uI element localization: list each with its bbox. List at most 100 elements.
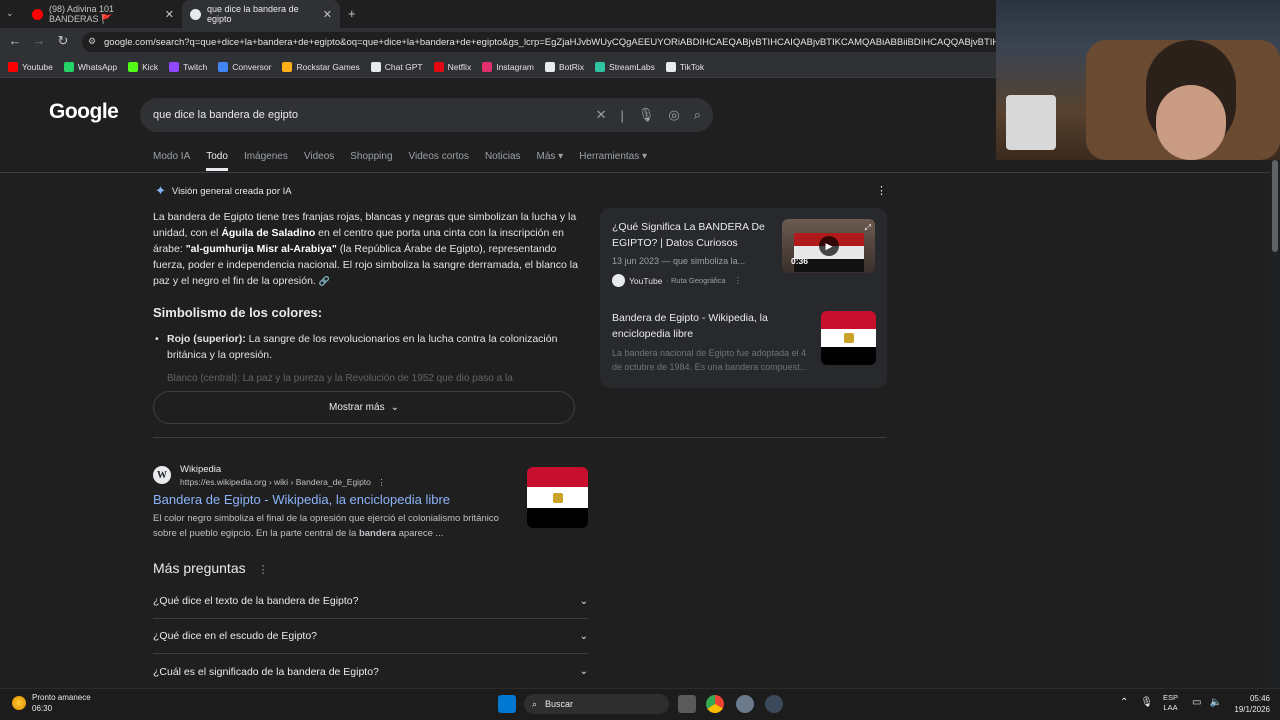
tab-label: (98) Adivina 101 BANDERAS 🚩: [49, 3, 115, 24]
reload-icon[interactable]: ↻: [55, 33, 71, 49]
link-icon[interactable]: 🔗: [319, 276, 330, 286]
source-name: YouTube: [629, 275, 663, 286]
more-icon[interactable]: ⋮: [258, 564, 269, 576]
tray-icons[interactable]: ▭ 🔈: [1192, 697, 1222, 708]
close-icon[interactable]: ✕: [323, 8, 332, 21]
chevron-up-icon[interactable]: ⌃: [1120, 697, 1128, 708]
bookmark-conversor[interactable]: Conversor: [218, 61, 271, 72]
snippet-bold: bandera: [358, 528, 396, 539]
new-tab-icon[interactable]: +: [348, 6, 356, 21]
bookmark-chat-gpt[interactable]: Chat GPT: [370, 61, 423, 72]
header-divider: [0, 172, 1270, 173]
faq-title-text: Más preguntas: [153, 560, 246, 576]
bookmark-youtube[interactable]: Youtube: [8, 61, 53, 72]
lens-icon[interactable]: ◎: [668, 107, 679, 123]
tab-youtube[interactable]: (98) Adivina 101 BANDERAS 🚩 ✕: [24, 0, 182, 28]
card-video-date: 13 jun 2023 — que simboliza la...: [612, 256, 746, 266]
site-info-icon[interactable]: ⚙: [88, 36, 96, 47]
search-tab[interactable]: Videos cortos: [409, 151, 469, 171]
show-more-button[interactable]: Mostrar más ⌄: [153, 391, 575, 424]
task-view-icon[interactable]: [678, 695, 696, 713]
card-video-title[interactable]: ¿Qué Significa La BANDERA De EGIPTO? | D…: [612, 219, 777, 251]
tab-google[interactable]: que dice la bandera de egipto ✕: [182, 0, 340, 28]
back-icon[interactable]: ←: [7, 33, 23, 48]
google-logo[interactable]: Google: [49, 100, 119, 124]
bookmark-kick[interactable]: Kick: [128, 61, 159, 72]
search-tab[interactable]: Todo: [206, 151, 228, 171]
bookmark-label: TikTok: [679, 61, 705, 72]
faq-question: ¿Qué dice en el escudo de Egipto?: [153, 630, 318, 642]
chrome-icon[interactable]: [706, 695, 724, 713]
close-icon[interactable]: ✕: [165, 8, 174, 21]
system-tray[interactable]: ⌃ 🎙: [1120, 697, 1153, 708]
ai-heading-text: Visión general creada por IA: [171, 185, 292, 197]
bookmark-icon: [545, 61, 555, 72]
mic-icon[interactable]: 🎙: [1140, 697, 1153, 708]
more-options-icon[interactable]: ⋮: [876, 184, 887, 197]
result-flag-image[interactable]: [527, 467, 588, 528]
tab-search-icon[interactable]: ⌄: [6, 8, 14, 19]
bookmark-icon: [169, 61, 180, 72]
result-site[interactable]: Wikipedia: [180, 464, 221, 475]
clock[interactable]: 05:46 19/1/2026: [1228, 693, 1270, 715]
bookmark-netflix[interactable]: Netflix: [433, 61, 471, 72]
section-divider: [153, 437, 886, 438]
tab-label: que dice la bandera de egipto: [207, 4, 299, 24]
forward-icon[interactable]: →: [31, 33, 47, 48]
search-tab[interactable]: Más ▾: [537, 151, 564, 171]
bookmark-icon: [433, 61, 444, 72]
taskbar-search-label: Buscar: [545, 699, 574, 709]
google-icon: [190, 8, 201, 20]
search-input[interactable]: que dice la bandera de egipto ✕ | 🎙 ◎ ⌕: [140, 98, 713, 132]
search-tab[interactable]: Videos: [304, 151, 334, 171]
show-more-label: Mostrar más: [329, 402, 385, 413]
channel-avatar: [612, 274, 625, 287]
egypt-flag-image[interactable]: [821, 311, 876, 365]
bookmark-instagram[interactable]: Instagram: [482, 61, 534, 72]
settings-icon[interactable]: [736, 695, 754, 713]
search-tab[interactable]: Modo IA: [153, 151, 190, 171]
search-tab[interactable]: Imágenes: [244, 151, 288, 171]
bookmark-streamlabs[interactable]: StreamLabs: [595, 61, 655, 72]
result-url[interactable]: https://es.wikipedia.org › wiki › Bander…: [180, 477, 386, 488]
bookmark-label: WhatsApp: [77, 61, 118, 72]
windows-start-icon[interactable]: [498, 695, 516, 713]
chevron-down-icon: ⌄: [579, 630, 588, 642]
search-tab[interactable]: Herramientas ▾: [579, 151, 647, 171]
mic-icon[interactable]: 🎙: [638, 107, 655, 123]
faq-item[interactable]: ¿Qué dice en el escudo de Egipto? ⌄: [153, 619, 588, 654]
chevron-down-icon: ⌄: [390, 402, 399, 413]
network-icon[interactable]: ▭: [1192, 697, 1201, 708]
bookmark-label: BotRix: [559, 61, 585, 72]
bullet-bold: Rojo (superior):: [167, 333, 246, 345]
card-video-source: YouTube · Ruta Geográfica ⋮: [612, 274, 742, 287]
faq-item[interactable]: ¿Cuál es el significado de la bandera de…: [153, 654, 588, 689]
card-wiki-title[interactable]: Bandera de Egipto - Wikipedia, la encicl…: [612, 310, 807, 342]
bookmark-whatsapp[interactable]: WhatsApp: [63, 61, 118, 72]
bookmark-tiktok[interactable]: TikTok: [665, 61, 705, 72]
address-bar[interactable]: google.com/search?q=que+dice+la+bandera+…: [82, 32, 1002, 52]
taskbar-search[interactable]: ⌕ Buscar: [524, 694, 669, 714]
bookmark-rockstar-games[interactable]: Rockstar Games: [282, 61, 360, 72]
search-tab[interactable]: Noticias: [485, 151, 521, 171]
bookmark-label: Kick: [142, 61, 159, 72]
clear-icon[interactable]: ✕: [596, 107, 607, 123]
app-icon[interactable]: [765, 695, 783, 713]
bookmark-botrix[interactable]: BotRix: [545, 61, 585, 72]
weather-widget[interactable]: Pronto amanece 06:30: [12, 692, 91, 714]
faq-item[interactable]: ¿Qué dice el texto de la bandera de Egip…: [153, 584, 588, 619]
snippet-text: aparece ...: [395, 528, 444, 539]
volume-icon[interactable]: 🔈: [1209, 697, 1221, 708]
sparkle-icon: ✦: [155, 183, 166, 198]
result-title-link[interactable]: Bandera de Egipto - Wikipedia, la encicl…: [153, 492, 450, 507]
video-thumbnail[interactable]: ▶ 0:36 ⤢: [782, 219, 875, 273]
bookmark-twitch[interactable]: Twitch: [169, 61, 207, 72]
search-tab[interactable]: Shopping: [350, 151, 392, 171]
search-icon[interactable]: ⌕: [694, 107, 701, 123]
clock-date: 19/1/2026: [1234, 705, 1270, 714]
more-icon[interactable]: ⋮: [734, 275, 743, 286]
scrollbar-thumb[interactable]: [1272, 160, 1278, 252]
language-indicator[interactable]: ESP LAA: [1163, 693, 1178, 713]
webcam-overlay: [996, 0, 1280, 160]
expand-icon[interactable]: ⤢: [865, 223, 871, 233]
